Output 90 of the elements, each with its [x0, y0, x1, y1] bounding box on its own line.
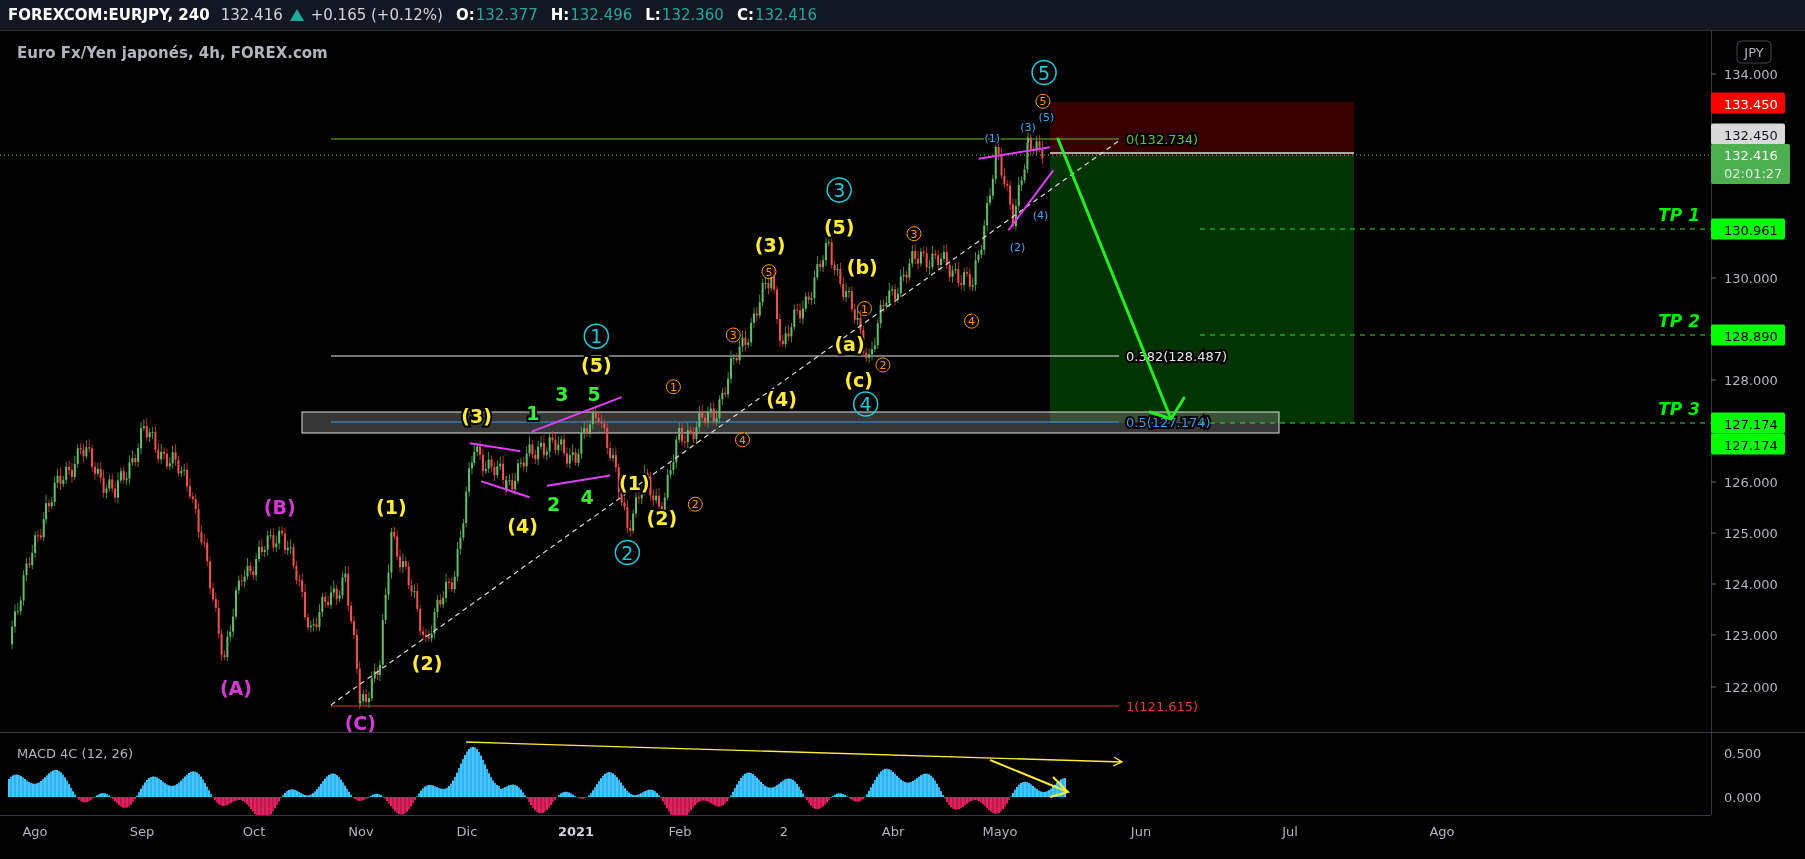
target-label: TP 1	[1658, 205, 1700, 225]
wave-label: 5	[587, 382, 601, 405]
time-label: Ago	[1429, 824, 1455, 839]
fib-label: 0.5(127.174)	[1126, 415, 1211, 430]
wave-label: (2)	[1009, 241, 1026, 255]
wave-label: 1	[583, 323, 610, 349]
wave-label: 1	[526, 402, 540, 425]
wave-label: 3	[555, 382, 569, 405]
ohlc-value: 132.377	[475, 6, 538, 24]
ohlc-label: H:	[550, 6, 570, 24]
time-label: Feb	[668, 824, 692, 839]
target-label: TP 2	[1658, 311, 1700, 331]
time-label: 2021	[557, 824, 595, 839]
wave-label: (2)	[646, 507, 678, 529]
ohlc-label: L:	[645, 6, 661, 24]
price-tick: 124.000	[1724, 577, 1778, 592]
time-label: Jul	[1282, 824, 1298, 839]
wave-label: (A)	[219, 677, 252, 700]
indicator-title: MACD 4C (12, 26)	[17, 746, 134, 761]
macd-tick: 0.000	[1724, 790, 1762, 805]
wave-label: (4)	[766, 388, 797, 411]
wave-label: (4)	[1032, 209, 1049, 223]
wave-label: 2	[547, 493, 561, 516]
wave-label: (B)	[263, 495, 296, 518]
wave-label: (3)	[754, 234, 786, 257]
last-price: 132.416	[220, 6, 283, 24]
time-label: Abr	[881, 824, 905, 839]
wave-label: (3)	[461, 404, 492, 427]
ohlc-value: 132.416	[754, 6, 817, 24]
wave-label: 4	[580, 486, 594, 509]
ohlc-label: C:	[736, 6, 754, 24]
ohlc-label: O:	[455, 6, 475, 24]
wave-label: 4	[852, 391, 879, 417]
ohlc-value: 132.360	[661, 6, 724, 24]
time-label: Dic	[456, 824, 478, 839]
wave-label: (4)	[507, 515, 538, 538]
wave-label: 2	[687, 496, 703, 512]
price-tick: 122.000	[1724, 680, 1778, 695]
wave-label: (2)	[411, 652, 443, 675]
price-tick: 125.000	[1724, 526, 1778, 541]
ohlc-value: 132.496	[570, 6, 633, 24]
wave-label: (1)	[376, 495, 407, 518]
price-tick: 126.000	[1724, 475, 1778, 490]
time-label: Ago	[22, 824, 48, 839]
wave-label: 1	[857, 301, 872, 316]
macd-tick: 0.500	[1724, 746, 1762, 761]
wave-label: 2	[875, 357, 891, 373]
price-tag: 127.174	[1711, 433, 1785, 455]
price-tick: 128.000	[1724, 373, 1778, 388]
price-change: +0.165 (+0.12%)	[310, 6, 443, 24]
price-tag: 132.450	[1711, 123, 1785, 145]
wave-label: (5)	[823, 215, 855, 238]
price-tag: 132.416 02:01:27	[1711, 144, 1790, 184]
wave-label: (c)	[844, 368, 874, 391]
price-tick: 134.000	[1724, 67, 1778, 82]
wave-label: (C)	[344, 711, 376, 732]
wave-label: 5	[1031, 59, 1057, 86]
price-tag: 127.174	[1711, 412, 1785, 434]
wave-label: (5)	[1038, 111, 1055, 125]
wave-label: (3)	[1020, 120, 1036, 134]
target-label: TP 3	[1658, 399, 1700, 419]
wave-label: (5)	[581, 353, 612, 376]
wave-label: (b)	[846, 256, 878, 279]
wave-label: 2	[614, 539, 641, 566]
chart-title: Euro Fx/Yen japonés, 4h, FOREX.com	[17, 44, 328, 62]
currency-button[interactable]: JPY	[1736, 40, 1772, 64]
price-tag: 133.450	[1711, 92, 1785, 114]
price-tag: 128.890	[1711, 324, 1785, 346]
wave-label: 5	[1035, 93, 1051, 109]
time-label: Nov	[348, 824, 374, 839]
price-tick: 130.000	[1724, 271, 1778, 286]
time-label: Jun	[1130, 824, 1152, 839]
wave-label: 1	[665, 379, 681, 395]
price-tick: 123.000	[1724, 628, 1778, 643]
fib-label: 1(121.615)	[1126, 699, 1199, 714]
wave-label: (1)	[984, 132, 1001, 146]
time-label: Sep	[129, 824, 155, 839]
up-triangle-icon	[289, 9, 304, 21]
time-label: Oct	[242, 824, 266, 839]
wave-label: 3	[826, 177, 852, 203]
wave-label: 4	[964, 313, 980, 329]
symbol-label: FOREXCOM:EURJPY, 240	[8, 6, 210, 24]
wave-label: 4	[735, 432, 750, 448]
time-label: Mayo	[982, 824, 1018, 839]
time-label: 2	[779, 824, 789, 839]
fib-label: 0(132.734)	[1126, 132, 1199, 147]
wave-label: 3	[906, 226, 922, 242]
wave-label: 5	[761, 264, 777, 280]
price-tag: 130.961	[1711, 218, 1785, 240]
wave-label: 3	[725, 327, 741, 343]
